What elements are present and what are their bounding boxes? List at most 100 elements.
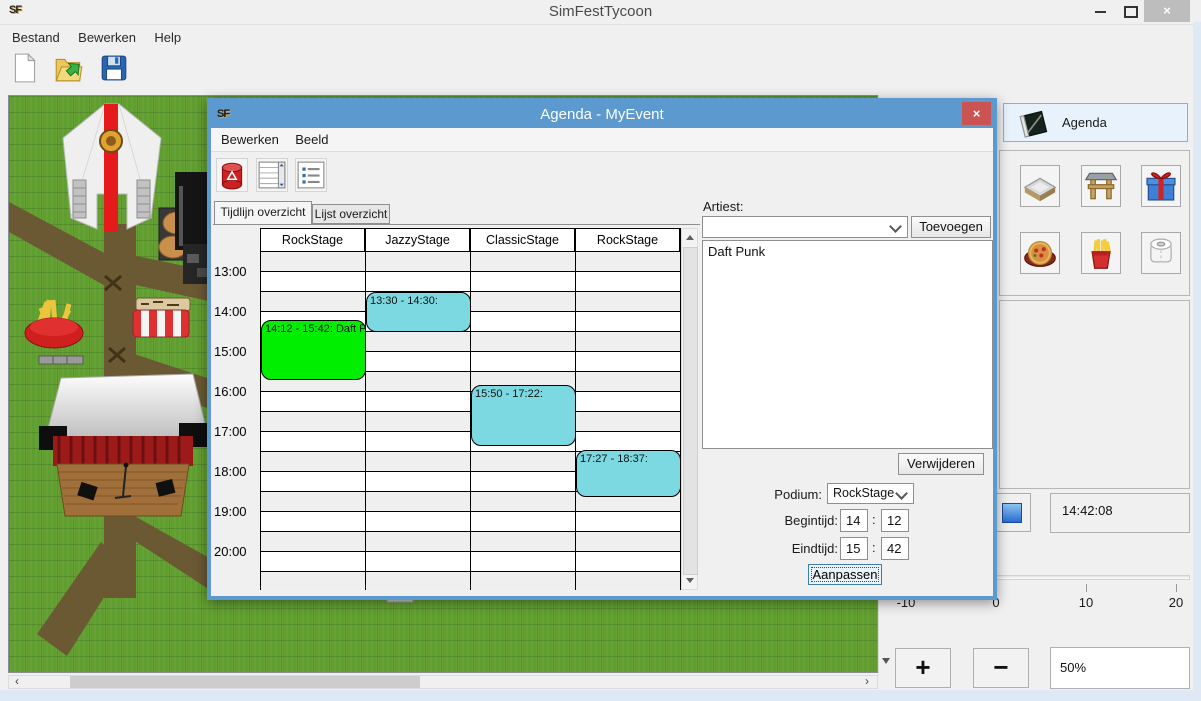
scroll-up-icon[interactable] xyxy=(686,235,694,240)
column-header-3: ClassicStage xyxy=(470,228,575,252)
end-hour-input[interactable]: 15 xyxy=(840,537,868,560)
notebook-icon xyxy=(1016,109,1052,139)
tab-lijst-overzicht[interactable]: Lijst overzicht xyxy=(312,204,390,224)
close-button[interactable]: × xyxy=(1144,0,1190,22)
dialog-menu-beeld[interactable]: Beeld xyxy=(293,128,330,151)
dialog-title: Agenda - MyEvent xyxy=(211,106,993,123)
column-header-2: JazzyStage xyxy=(365,228,470,252)
toilet-paper-icon[interactable] xyxy=(1141,232,1181,274)
time-label: 13:00 xyxy=(214,264,258,280)
striped-stand[interactable] xyxy=(133,298,190,337)
artist-label: Artiest: xyxy=(703,199,743,214)
scroll-right-icon[interactable]: › xyxy=(860,675,874,689)
begin-minute-input[interactable]: 12 xyxy=(881,509,909,532)
pizza-icon[interactable] xyxy=(1020,232,1060,274)
gift-icon[interactable] xyxy=(1141,165,1181,207)
artist-list-item[interactable]: Daft Punk xyxy=(703,241,992,262)
slider-tick-label: 20 xyxy=(1156,595,1196,610)
schedule-event[interactable]: 17:27 - 18:37: xyxy=(576,450,681,497)
begin-hour-input[interactable]: 14 xyxy=(840,509,868,532)
artist-combo[interactable] xyxy=(702,216,908,238)
end-time-label: Eindtijd: xyxy=(758,541,838,556)
zoom-out-button[interactable]: − xyxy=(973,648,1029,688)
gate-icon[interactable] xyxy=(1081,165,1121,207)
grid-scroll-thumb[interactable] xyxy=(683,247,698,575)
new-file-icon[interactable] xyxy=(10,52,40,84)
zoom-in-button[interactable]: + xyxy=(895,648,951,688)
timeline-grid: RockStageJazzyStageClassicStageRockStage… xyxy=(213,225,700,590)
window-edge xyxy=(0,690,1201,701)
main-toolbar xyxy=(0,52,1201,94)
agenda-button[interactable]: Agenda xyxy=(1003,103,1188,142)
time-label: 16:00 xyxy=(214,384,258,400)
stage[interactable] xyxy=(39,374,208,516)
list-view-icon[interactable] xyxy=(295,158,327,192)
time-label: 15:00 xyxy=(214,344,258,360)
grid-line xyxy=(365,228,366,590)
artist-list[interactable]: Daft Punk xyxy=(702,240,993,449)
slider-tick xyxy=(1176,584,1177,592)
window-edge xyxy=(1193,22,1201,701)
schedule-event[interactable]: 15:50 - 17:22: xyxy=(471,385,576,446)
grid-line xyxy=(260,228,261,590)
menu-help[interactable]: Help xyxy=(152,25,183,50)
scroll-down-icon[interactable] xyxy=(882,658,890,664)
main-menubar: Bestand Bewerken Help xyxy=(0,24,1201,51)
minimize-button[interactable] xyxy=(1095,11,1106,13)
fries-stand[interactable] xyxy=(25,300,83,364)
begin-time-label: Begintijd: xyxy=(758,513,838,528)
end-minute-input[interactable]: 42 xyxy=(881,537,909,560)
time-colon: : xyxy=(872,540,876,555)
dialog-titlebar[interactable]: SF Agenda - MyEvent × xyxy=(211,102,993,128)
dialog-menubar: Bewerken Beeld xyxy=(211,128,993,152)
play-icon xyxy=(1002,503,1022,523)
dialog-close-button[interactable]: × xyxy=(962,102,991,125)
time-label: 18:00 xyxy=(214,464,258,480)
agenda-dialog: SF Agenda - MyEvent × Bewerken Beeld Tij… xyxy=(207,98,997,600)
time-label: 19:00 xyxy=(214,504,258,520)
scroll-down-icon[interactable] xyxy=(686,578,694,583)
podium-combo[interactable]: RockStage xyxy=(827,483,914,504)
zoom-level-display: 50% xyxy=(1050,647,1190,689)
schedule-event[interactable]: 14:12 - 15:42: Daft Punk xyxy=(261,320,366,380)
column-header-4: RockStage xyxy=(575,228,680,252)
chevron-down-icon xyxy=(895,487,908,500)
time-label: 14:00 xyxy=(214,304,258,320)
map-hscroll-thumb[interactable] xyxy=(70,676,420,688)
agenda-button-label: Agenda xyxy=(1062,115,1107,130)
play-button[interactable] xyxy=(993,493,1031,532)
dialog-menu-bewerken[interactable]: Bewerken xyxy=(219,128,281,151)
zoom-level-value: 50% xyxy=(1060,660,1086,675)
column-header-1: RockStage xyxy=(260,228,365,252)
save-icon[interactable] xyxy=(99,52,129,84)
schedule-event[interactable]: 13:30 - 14:30: xyxy=(366,292,471,332)
chevron-down-icon xyxy=(889,220,902,233)
maximize-button[interactable] xyxy=(1124,6,1138,18)
tent-logo-inner xyxy=(106,136,116,146)
main-titlebar: SF SimFestTycoon × xyxy=(0,0,1201,22)
remove-button[interactable]: Verwijderen xyxy=(898,453,984,475)
info-panel xyxy=(999,300,1190,489)
trash-icon[interactable] xyxy=(216,158,248,192)
time-colon: : xyxy=(872,512,876,527)
table-view-icon[interactable] xyxy=(256,158,288,192)
fries-icon[interactable] xyxy=(1081,232,1121,274)
dialog-toolbar xyxy=(211,152,993,200)
scroll-left-icon[interactable]: ‹ xyxy=(10,675,24,689)
podium-label: Podium: xyxy=(742,487,822,502)
apply-button[interactable]: Aanpassen xyxy=(808,564,882,585)
menu-bewerken[interactable]: Bewerken xyxy=(76,25,138,50)
add-artist-button[interactable]: Toevoegen xyxy=(911,216,991,238)
clock-display: 14:42:08 xyxy=(1050,493,1190,533)
platform-icon[interactable] xyxy=(1020,165,1060,207)
window-title: SimFestTycoon xyxy=(0,3,1201,20)
menu-bestand[interactable]: Bestand xyxy=(10,25,62,50)
open-file-icon[interactable] xyxy=(54,52,84,84)
slider-tick-label: 10 xyxy=(1066,595,1106,610)
grid-scrollbar[interactable] xyxy=(681,228,698,590)
time-label: 20:00 xyxy=(214,544,258,560)
tab-strip: Tijdlijn overzicht Lijst overzicht xyxy=(213,202,700,225)
tab-tijdlijn-overzicht[interactable]: Tijdlijn overzicht xyxy=(214,201,312,224)
time-label: 17:00 xyxy=(214,424,258,440)
red-carpet xyxy=(104,104,118,232)
